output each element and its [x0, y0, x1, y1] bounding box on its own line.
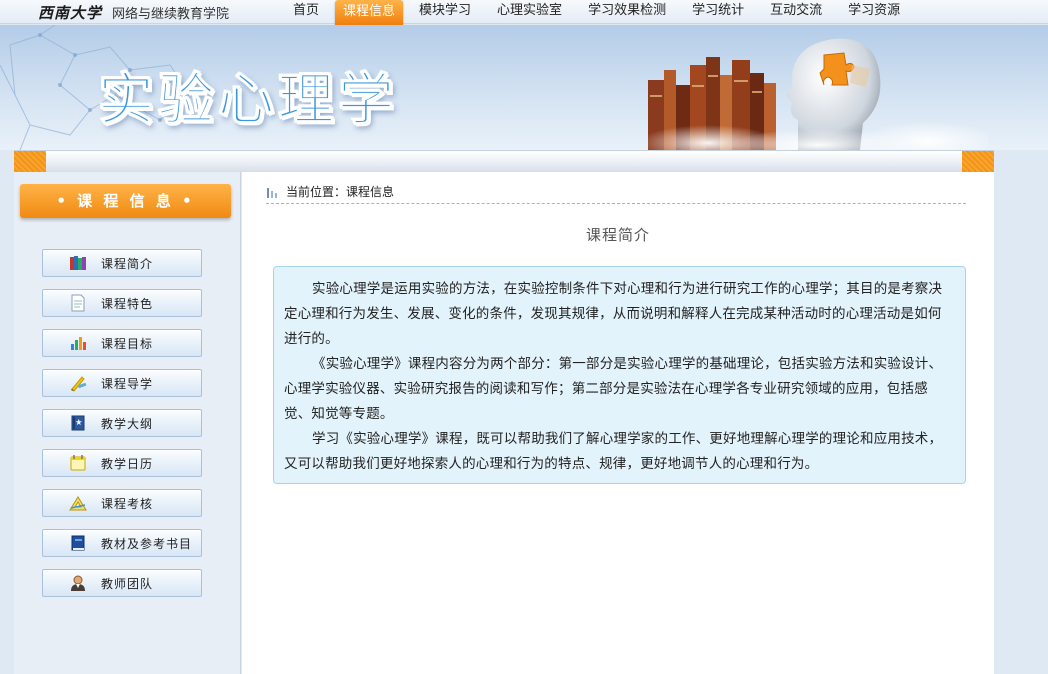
sidebar-item-textbooks[interactable]: 教材及参考书目 [42, 529, 202, 557]
sidebar-item-label: 教师团队 [101, 576, 154, 591]
school-name: 西南大学 [38, 3, 103, 22]
breadcrumb: 当前位置：课程信息 [266, 180, 966, 204]
books-and-head-illustration [648, 38, 988, 150]
blue-book-icon [71, 415, 85, 431]
calendar-note-icon [70, 455, 86, 471]
nav-item-psych-lab[interactable]: 心理实验室 [487, 0, 572, 24]
sidebar-item-label: 课程简介 [101, 256, 154, 271]
sidebar-item-syllabus[interactable]: 教学大纲 [42, 409, 202, 437]
section-title: 课程简介 [585, 226, 650, 244]
college-name: 网络与继续教育学院 [112, 6, 230, 22]
sidebar-title: • 课 程 信 息 • [20, 184, 231, 218]
top-navigation-bar: 西南大学 网络与继续教育学院 首页 课程信息 模块学习 心理实验室 学习效果检测… [0, 0, 1048, 26]
sidebar-item-label: 教学大纲 [101, 416, 154, 431]
books-icon [70, 256, 86, 270]
sidebar: • 课 程 信 息 • 课程简介 课程特色 课程目标 课程导学 教学大纲 教学日… [14, 172, 241, 674]
banner-divider-bar [14, 150, 994, 173]
nav-item-resources[interactable]: 学习资源 [838, 0, 910, 24]
pencil-ruler-icon [71, 376, 87, 392]
sidebar-item-teaching-calendar[interactable]: 教学日历 [42, 449, 202, 477]
main-content: 当前位置：课程信息 课程简介 实验心理学是运用实验的方法，在实验控制条件下对心理… [242, 172, 994, 674]
document-icon [71, 294, 85, 312]
sidebar-item-label: 课程目标 [101, 336, 154, 351]
intro-paragraph: 学习《实验心理学》课程，既可以帮助我们了解心理学家的工作、更好地理解心理学的理论… [284, 431, 943, 472]
site-logo[interactable]: 西南大学 网络与继续教育学院 [38, 2, 229, 22]
course-banner: 实验心理学 [0, 25, 1048, 150]
bar-left-cap [14, 151, 46, 173]
nav-item-learning-stats[interactable]: 学习统计 [682, 0, 754, 24]
sidebar-item-label: 教材及参考书目 [101, 536, 193, 551]
nav-item-course-info[interactable]: 课程信息 [335, 0, 404, 26]
sidebar-item-course-assessment[interactable]: 课程考核 [42, 489, 202, 517]
intro-paragraph: 《实验心理学》课程内容分为两个部分：第一部分是实验心理学的基础理论，包括实验方法… [284, 356, 943, 422]
breadcrumb-text: 当前位置：课程信息 [286, 185, 395, 199]
sidebar-item-course-intro[interactable]: 课程简介 [42, 249, 202, 277]
bar-chart-icon [71, 337, 86, 350]
sidebar-item-label: 课程导学 [101, 376, 154, 391]
nav-item-module-learning[interactable]: 模块学习 [409, 0, 481, 24]
teacher-icon [71, 575, 85, 591]
course-title: 实验心理学 [98, 68, 398, 134]
textbook-icon [71, 535, 85, 551]
bar-right-cap [962, 151, 994, 173]
sidebar-item-course-guide[interactable]: 课程导学 [42, 369, 202, 397]
nav-item-interaction[interactable]: 互动交流 [760, 0, 832, 24]
bars-icon [267, 187, 277, 198]
sidebar-menu: 课程简介 课程特色 课程目标 课程导学 教学大纲 教学日历 课程考核 教材及参考… [42, 249, 202, 609]
intro-paragraph: 实验心理学是运用实验的方法，在实验控制条件下对心理和行为进行研究工作的心理学；其… [284, 281, 943, 347]
sidebar-item-teaching-team[interactable]: 教师团队 [42, 569, 202, 597]
triangle-ruler-icon [69, 496, 87, 511]
main-nav: 首页 课程信息 模块学习 心理实验室 学习效果检测 学习统计 互动交流 学习资源 [283, 0, 916, 26]
nav-item-home[interactable]: 首页 [283, 0, 329, 24]
nav-item-learning-assessment[interactable]: 学习效果检测 [578, 0, 676, 24]
sidebar-item-course-goals[interactable]: 课程目标 [42, 329, 202, 357]
course-intro-box: 实验心理学是运用实验的方法，在实验控制条件下对心理和行为进行研究工作的心理学；其… [273, 266, 966, 484]
sidebar-item-label: 课程考核 [101, 496, 154, 511]
sidebar-item-course-features[interactable]: 课程特色 [42, 289, 202, 317]
sidebar-item-label: 教学日历 [101, 456, 154, 471]
sidebar-item-label: 课程特色 [101, 296, 154, 311]
